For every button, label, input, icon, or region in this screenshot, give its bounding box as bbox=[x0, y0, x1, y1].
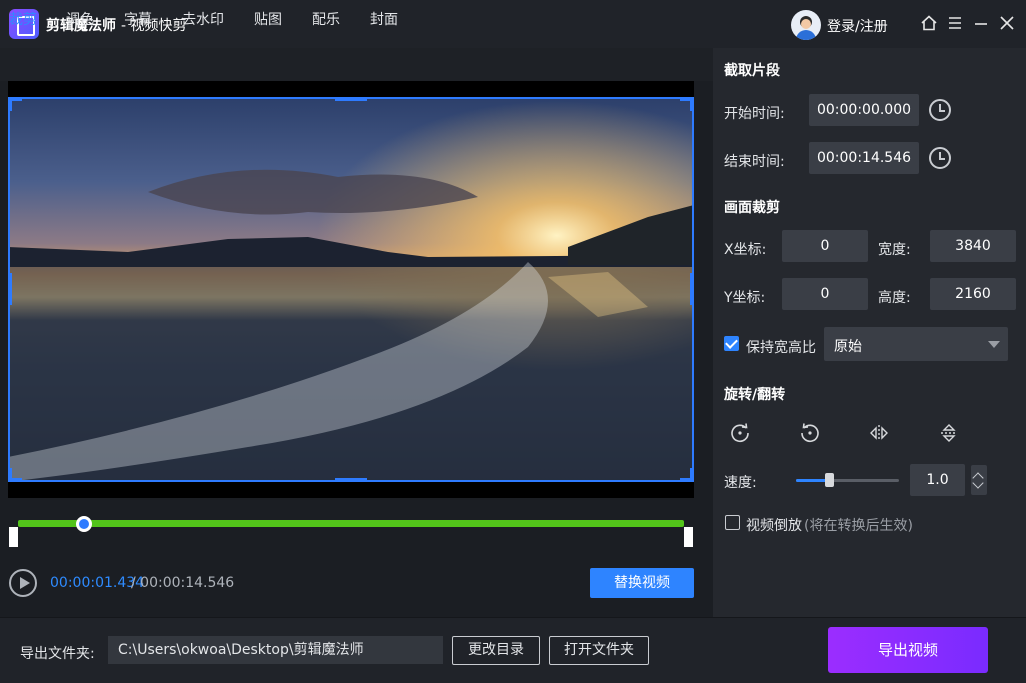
end-time-label: 结束时间: bbox=[724, 154, 785, 170]
total-time: / 00:00:14.546 bbox=[131, 575, 235, 591]
keep-ratio-checkbox[interactable] bbox=[724, 336, 739, 351]
crop-handle-left[interactable] bbox=[8, 273, 12, 305]
replace-video-button[interactable]: 替换视频 bbox=[590, 568, 694, 598]
set-end-clock-icon[interactable] bbox=[929, 147, 951, 169]
flip-vertical-icon[interactable] bbox=[938, 422, 960, 444]
width-label: 宽度: bbox=[878, 242, 911, 258]
video-preview bbox=[8, 81, 694, 498]
crop-handle-bottom-right-v[interactable] bbox=[690, 468, 694, 482]
reverse-checkbox[interactable] bbox=[725, 515, 740, 530]
crop-section-title: 画面裁剪 bbox=[724, 200, 780, 216]
height-label: 高度: bbox=[878, 290, 911, 306]
rotate-section-title: 旋转/翻转 bbox=[724, 387, 786, 403]
height-field[interactable]: 2160 bbox=[930, 278, 1016, 310]
reverse-note: (将在转换后生效) bbox=[804, 518, 913, 534]
flip-horizontal-icon[interactable] bbox=[868, 422, 890, 444]
crop-handle-top-left-v[interactable] bbox=[8, 97, 12, 111]
set-start-clock-icon[interactable] bbox=[929, 99, 951, 121]
open-folder-button[interactable]: 打开文件夹 bbox=[549, 636, 649, 665]
menu-icon[interactable] bbox=[946, 14, 964, 32]
ratio-select-value: 原始 bbox=[834, 339, 862, 355]
tab-remove-watermark[interactable]: 去水印 bbox=[182, 9, 224, 29]
crop-handle-top[interactable] bbox=[335, 97, 367, 101]
rotate-counterclockwise-icon[interactable] bbox=[799, 422, 821, 444]
crop-handle-top-right-v[interactable] bbox=[690, 97, 694, 111]
export-path-field[interactable]: C:\Users\okwoa\Desktop\剪辑魔法师 bbox=[108, 636, 443, 664]
y-label: Y坐标: bbox=[724, 290, 766, 306]
tab-crop[interactable]: 裁剪 bbox=[9, 9, 37, 29]
ratio-select[interactable]: 原始 bbox=[824, 327, 1008, 361]
width-field[interactable]: 3840 bbox=[930, 230, 1016, 262]
close-icon[interactable] bbox=[998, 14, 1016, 32]
reverse-label: 视频倒放 bbox=[746, 518, 802, 534]
chevron-down-icon bbox=[988, 341, 1000, 348]
play-button[interactable] bbox=[9, 569, 37, 597]
timeline-track[interactable] bbox=[18, 520, 684, 527]
tab-bar bbox=[0, 48, 713, 81]
crop-frame[interactable] bbox=[8, 97, 694, 482]
speed-stepper[interactable] bbox=[971, 465, 987, 495]
tab-subtitle[interactable]: 字幕 bbox=[124, 9, 152, 29]
speed-field[interactable]: 1.0 bbox=[910, 464, 965, 496]
end-time-field[interactable]: 00:00:14.546 bbox=[809, 142, 919, 174]
export-folder-label: 导出文件夹: bbox=[20, 646, 95, 662]
speed-slider-knob[interactable] bbox=[825, 473, 834, 487]
crop-handle-right[interactable] bbox=[690, 273, 694, 305]
tab-music[interactable]: 配乐 bbox=[312, 9, 340, 29]
home-icon[interactable] bbox=[920, 14, 938, 32]
trim-start-marker[interactable] bbox=[9, 527, 18, 547]
change-directory-button[interactable]: 更改目录 bbox=[452, 636, 540, 665]
x-field[interactable]: 0 bbox=[782, 230, 868, 262]
speed-slider-fill bbox=[796, 479, 828, 482]
crop-handle-bottom[interactable] bbox=[335, 478, 367, 482]
start-time-label: 开始时间: bbox=[724, 106, 785, 122]
rotate-clockwise-icon[interactable] bbox=[729, 422, 751, 444]
start-time-field[interactable]: 00:00:00.000 bbox=[809, 94, 919, 126]
y-field[interactable]: 0 bbox=[782, 278, 868, 310]
export-video-button[interactable]: 导出视频 bbox=[828, 627, 988, 673]
login-button[interactable]: 登录/注册 bbox=[827, 16, 888, 36]
tab-sticker[interactable]: 贴图 bbox=[254, 9, 282, 29]
minimize-icon[interactable] bbox=[972, 14, 990, 32]
avatar[interactable] bbox=[791, 10, 821, 40]
trim-section-title: 截取片段 bbox=[724, 63, 780, 79]
current-time: 00:00:01.434 bbox=[50, 575, 145, 591]
crop-handle-bottom-left-v[interactable] bbox=[8, 468, 12, 482]
speed-label: 速度: bbox=[724, 475, 757, 491]
tab-cover[interactable]: 封面 bbox=[370, 9, 398, 29]
trim-end-marker[interactable] bbox=[684, 527, 693, 547]
keep-ratio-label: 保持宽高比 bbox=[746, 340, 816, 356]
x-label: X坐标: bbox=[724, 242, 767, 258]
tab-color[interactable]: 调色 bbox=[66, 9, 94, 29]
playhead-knob[interactable] bbox=[75, 516, 92, 532]
